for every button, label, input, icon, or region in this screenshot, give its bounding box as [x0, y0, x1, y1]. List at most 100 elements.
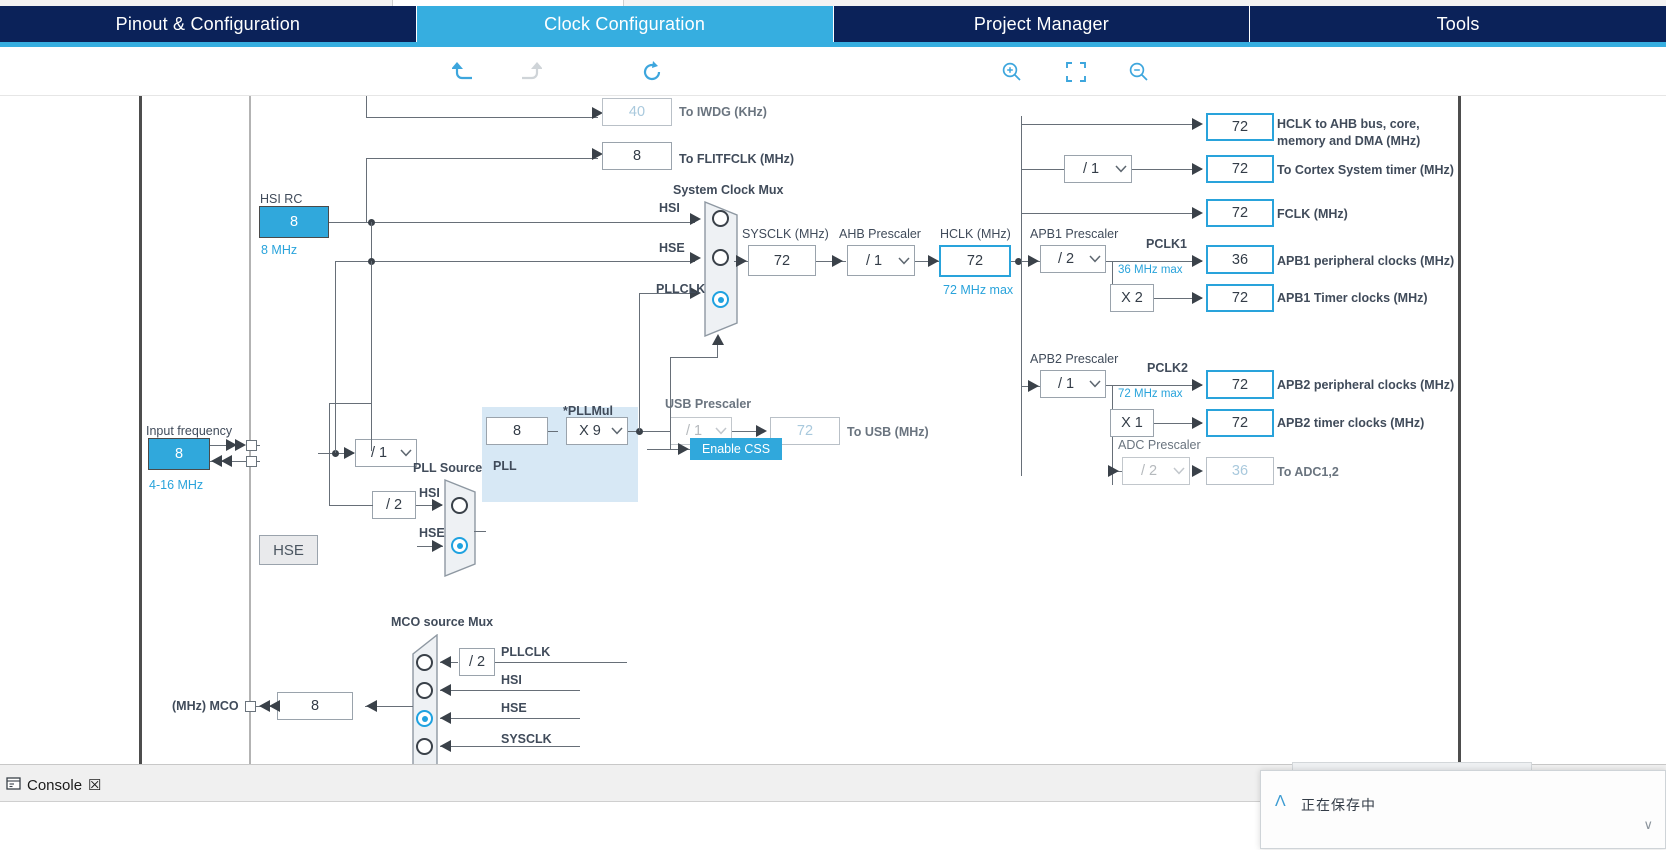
apb2-timer-label: APB2 timer clocks (MHz)	[1277, 416, 1425, 430]
system-clock-mux-radio-hse[interactable]	[712, 249, 729, 266]
pin-mco[interactable]	[245, 701, 256, 712]
sysclk-title: SYSCLK (MHz)	[742, 227, 829, 241]
tab-clock-configuration[interactable]: Clock Configuration	[416, 6, 834, 42]
apb1-prescaler-title: APB1 Prescaler	[1030, 227, 1119, 241]
cortex-timer-output-box[interactable]: 72	[1206, 155, 1274, 183]
chevron-down-icon	[1169, 458, 1189, 484]
apb1-prescaler-value: / 2	[1057, 251, 1075, 267]
fclk-output-box[interactable]: 72	[1206, 199, 1274, 227]
apb2-timer-multiplier-box[interactable]: X 1	[1110, 409, 1154, 437]
popup-message: 正在保存中	[1301, 797, 1376, 813]
wire-pin-hse-bot	[256, 461, 260, 463]
wire-hse-down-pll	[371, 261, 373, 451]
mco-pllclk-divider-box[interactable]: / 2	[459, 648, 495, 676]
pllmul-select[interactable]: X 9	[566, 417, 628, 445]
apb1-peripheral-label: APB1 peripheral clocks (MHz)	[1277, 254, 1455, 268]
wire-pclk2	[1106, 385, 1202, 387]
apb2-prescaler-select[interactable]: / 1	[1040, 370, 1106, 398]
popup-app-icon: Λ	[1275, 793, 1286, 810]
pll-source-mux-radio-hse[interactable]	[451, 537, 468, 554]
hclk-title: HCLK (MHz)	[940, 227, 1011, 241]
arrow-apb2-timer	[1192, 417, 1203, 429]
arrow-mco-out-3	[269, 700, 280, 712]
close-icon[interactable]: ☒	[88, 776, 101, 794]
pll-hsi-divider-box[interactable]: / 2	[372, 491, 416, 519]
wire-css-down	[670, 357, 672, 449]
wire-mco-hse	[440, 718, 580, 720]
mco-source-mux-radio-pllclk[interactable]	[416, 654, 433, 671]
arrow-apb2-periph	[1192, 379, 1203, 391]
wire-pll-to-mul	[548, 431, 558, 433]
input-frequency-value-box[interactable]: 8	[148, 438, 210, 470]
mco-source-mux-radio-hse[interactable]	[416, 710, 433, 727]
mco-source-mux-title: MCO source Mux	[391, 615, 494, 629]
tab-pinout-configuration[interactable]: Pinout & Configuration	[0, 6, 417, 42]
wire-flitf-h	[366, 158, 598, 160]
tab-tools[interactable]: Tools	[1250, 6, 1666, 42]
pll-input-box[interactable]: 8	[486, 417, 548, 445]
reset-icon[interactable]	[637, 57, 667, 87]
wire-mco-hsi	[440, 690, 580, 692]
hclk-ahb-output-box[interactable]: 72	[1206, 113, 1274, 141]
chevron-down-icon	[1085, 246, 1105, 272]
saving-popup[interactable]: Λ 正在保存中 ∨	[1260, 770, 1666, 849]
apb1-timer-output-box[interactable]: 72	[1206, 284, 1274, 312]
apb2-timer-output-box[interactable]: 72	[1206, 409, 1274, 437]
clock-tree-canvas[interactable]: 40 To IWDG (KHz) 8 To FLITFCLK (MHz) HSI…	[0, 96, 1666, 764]
hsi-rc-title: HSI RC	[260, 192, 303, 206]
pll-source-mux[interactable]	[444, 479, 476, 577]
pclk1-label: PCLK1	[1146, 237, 1187, 251]
console-tab[interactable]: Console ☒	[6, 773, 102, 797]
arrow-fclk	[1192, 207, 1203, 219]
chevron-down-icon	[1111, 156, 1131, 182]
undo-icon[interactable]	[450, 57, 480, 87]
arrow-apb1-in	[1028, 255, 1039, 267]
system-clock-mux[interactable]	[704, 201, 738, 337]
pllmul-value: X 9	[579, 423, 601, 439]
wire-pllclk-riser	[639, 293, 641, 431]
cortex-divider-select[interactable]: / 1	[1064, 155, 1132, 183]
tab-project-manager[interactable]: Project Manager	[833, 6, 1251, 42]
system-clock-mux-radio-hsi[interactable]	[712, 210, 729, 227]
wire-iwdg-v	[366, 96, 368, 118]
sysmux-input-hsi-label: HSI	[659, 201, 680, 215]
enable-css-button[interactable]: Enable CSS	[690, 438, 782, 460]
system-clock-mux-radio-pllclk[interactable]	[712, 291, 729, 308]
pclk2-note: 72 MHz max	[1118, 388, 1183, 400]
pll-source-mux-radio-hsi[interactable]	[451, 497, 468, 514]
adc-output-box[interactable]: 36	[1206, 457, 1274, 485]
ahb-prescaler-select[interactable]: / 1	[847, 245, 915, 276]
fclk-label: FCLK (MHz)	[1277, 207, 1348, 221]
hclk-value-box[interactable]: 72	[939, 245, 1011, 277]
chevron-down-icon	[894, 246, 914, 275]
chevron-down-icon	[1085, 371, 1105, 397]
wire-css-h	[670, 357, 718, 359]
sysclk-value-box[interactable]: 72	[748, 245, 816, 276]
clock-toolbar: Resolve Clock Issues	[0, 47, 1666, 134]
flitfclk-output-box[interactable]: 8	[602, 142, 672, 170]
apb1-prescaler-select[interactable]: / 2	[1040, 245, 1106, 273]
chevron-down-icon[interactable]: ∨	[1643, 817, 1653, 833]
pllmux-input-hsi-label: HSI	[419, 486, 440, 500]
mco-source-mux[interactable]	[412, 634, 438, 764]
hsi-rc-value-box[interactable]: 8	[259, 206, 329, 238]
hse-divider-select[interactable]: / 1	[355, 439, 417, 467]
adc-prescaler-select[interactable]: / 2	[1122, 457, 1190, 485]
iwdg-output-box[interactable]: 40	[602, 98, 672, 126]
redo-icon[interactable]	[514, 57, 544, 87]
arrow-css-up	[712, 334, 724, 345]
fit-to-screen-icon[interactable]	[1061, 57, 1091, 87]
hse-block[interactable]: HSE	[259, 535, 318, 565]
wire-mco-sysclk	[440, 746, 580, 748]
mco-output-box[interactable]: 8	[277, 692, 353, 720]
mco-source-mux-radio-sysclk[interactable]	[416, 738, 433, 755]
apb1-peripheral-output-box[interactable]: 36	[1206, 245, 1274, 274]
arrow-osc-in-2	[235, 439, 246, 451]
zoom-out-icon[interactable]	[1124, 57, 1154, 87]
console-tab-label: Console	[27, 776, 83, 794]
wire-pin-hse-top	[256, 445, 260, 447]
zoom-in-icon[interactable]	[997, 57, 1027, 87]
apb1-timer-multiplier-box[interactable]: X 2	[1110, 284, 1154, 312]
apb2-peripheral-output-box[interactable]: 72	[1206, 370, 1274, 399]
mco-source-mux-radio-hsi[interactable]	[416, 682, 433, 699]
